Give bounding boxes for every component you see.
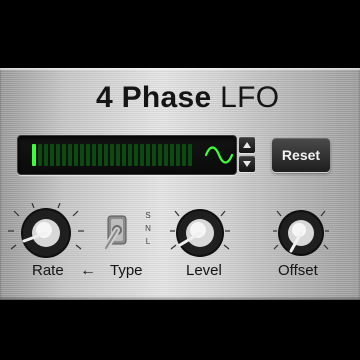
arrow-left-icon: ←: [80, 262, 96, 279]
title-light: LFO: [220, 81, 280, 114]
type-label: Type: [110, 262, 143, 279]
level-knob[interactable]: [170, 203, 230, 259]
spin-down-button[interactable]: [239, 156, 255, 172]
level-meter: [32, 144, 194, 166]
meter-segment: [80, 144, 84, 166]
reset-button[interactable]: Reset: [272, 138, 330, 172]
meter-segment: [128, 144, 132, 166]
meter-segment: [74, 144, 78, 166]
meter-segment: [50, 144, 54, 166]
meter-segment: [182, 144, 186, 166]
sine-wave-icon: [204, 144, 234, 166]
meter-segment: [98, 144, 102, 166]
plugin-window: 4 Phase LFO Reset S N L Rate ← Type Leve…: [0, 0, 360, 360]
level-label: Level: [186, 262, 222, 279]
meter-segment: [38, 144, 42, 166]
lfo-display: [17, 135, 237, 175]
offset-label: Offset: [278, 262, 318, 279]
meter-segment: [122, 144, 126, 166]
triangle-up-icon: [243, 142, 251, 148]
meter-segment: [68, 144, 72, 166]
title-bold: 4 Phase: [96, 81, 212, 114]
meter-segment: [116, 144, 120, 166]
spin-up-button[interactable]: [239, 137, 255, 153]
meter-segment: [158, 144, 162, 166]
meter-segment: [56, 144, 60, 166]
meter-segment: [134, 144, 138, 166]
meter-segment: [164, 144, 168, 166]
type-option-s: S: [145, 211, 151, 220]
meter-segment: [110, 144, 114, 166]
type-option-n: N: [145, 224, 151, 233]
type-toggle-switch[interactable]: [100, 210, 134, 256]
meter-segment: [86, 144, 90, 166]
meter-segment: [188, 144, 192, 166]
meter-segment: [152, 144, 156, 166]
meter-segment: [32, 144, 36, 166]
plugin-title: 4 Phase LFO: [96, 80, 279, 116]
meter-segment: [140, 144, 144, 166]
rate-knob[interactable]: [8, 203, 84, 259]
meter-segment: [62, 144, 66, 166]
offset-knob[interactable]: [273, 203, 329, 259]
meter-segment: [176, 144, 180, 166]
meter-segment: [170, 144, 174, 166]
meter-segment: [44, 144, 48, 166]
rate-label: Rate: [32, 262, 64, 279]
meter-segment: [146, 144, 150, 166]
triangle-down-icon: [243, 161, 251, 167]
type-option-l: L: [145, 237, 151, 246]
meter-segment: [92, 144, 96, 166]
meter-segment: [104, 144, 108, 166]
